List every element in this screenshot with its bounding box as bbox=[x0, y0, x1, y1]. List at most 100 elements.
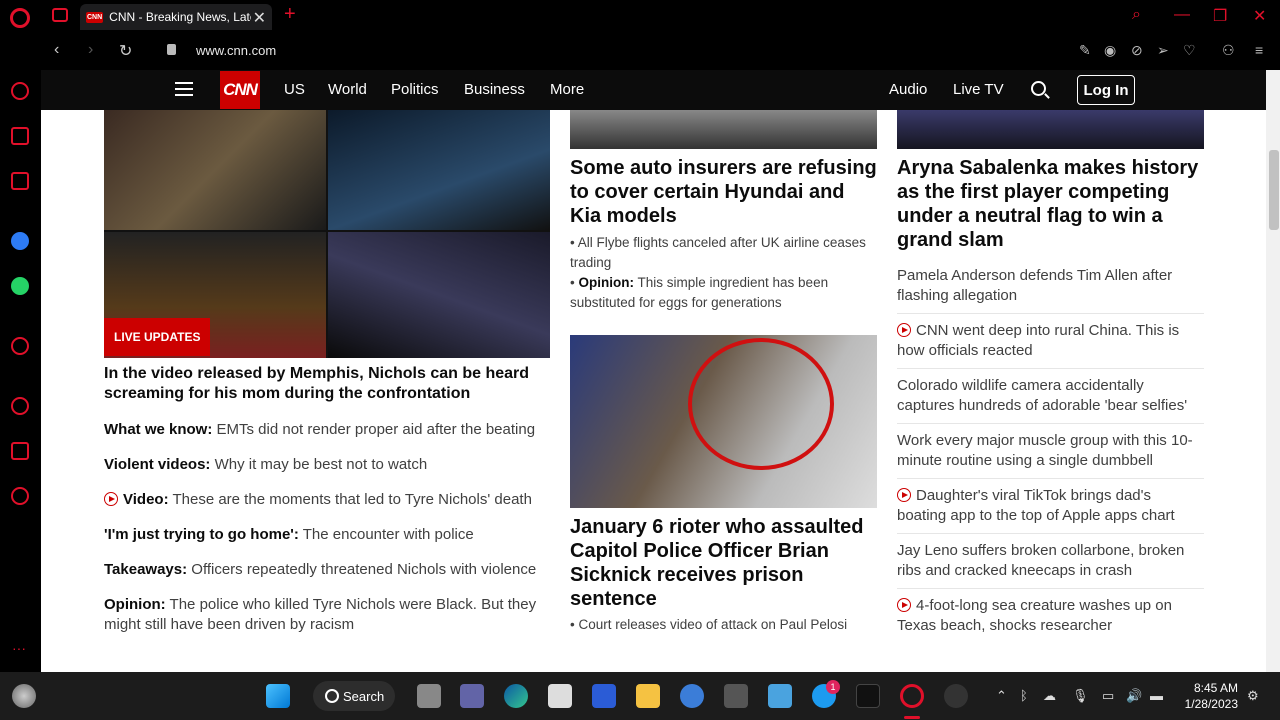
edge-icon[interactable] bbox=[504, 684, 528, 708]
close-tab-icon[interactable]: ✕ bbox=[253, 8, 266, 28]
more-icon[interactable]: ··· bbox=[12, 640, 26, 656]
pelosi-text: Court releases video of attack on Paul P… bbox=[578, 617, 848, 632]
twitch-icon[interactable] bbox=[11, 172, 29, 190]
divider bbox=[897, 368, 1204, 369]
heart-icon[interactable]: ♡ bbox=[1183, 42, 1196, 59]
opera-taskbar-icon[interactable] bbox=[900, 684, 924, 708]
auto-insurers-headline[interactable]: Some auto insurers are refusing to cover… bbox=[570, 156, 877, 228]
right-story-link[interactable]: 4-foot-long sea creature washes up on Te… bbox=[897, 596, 1204, 636]
settings-icon[interactable] bbox=[11, 487, 29, 505]
adblock-icon[interactable]: ⊘ bbox=[1131, 42, 1143, 59]
divider bbox=[897, 423, 1204, 424]
app-icon[interactable] bbox=[592, 684, 616, 708]
hamburger-menu-icon[interactable] bbox=[175, 82, 193, 96]
reload-icon[interactable]: ↻ bbox=[119, 41, 132, 61]
story-link[interactable]: What we know: EMTs did not render proper… bbox=[104, 420, 552, 440]
pelosi-link[interactable]: • Court releases video of attack on Paul… bbox=[570, 615, 877, 635]
story-link[interactable]: Violent videos: Why it may be best not t… bbox=[104, 455, 552, 475]
close-window-icon[interactable]: ✕ bbox=[1253, 6, 1266, 26]
story-label: Takeaways: bbox=[104, 561, 188, 578]
opinion-eggs-link[interactable]: • Opinion: This simple ingredient has be… bbox=[570, 273, 877, 313]
photos-icon[interactable] bbox=[768, 684, 792, 708]
tray-chevron-icon[interactable]: ⌃ bbox=[996, 688, 1007, 704]
story-text: Officers repeatedly threatened Nichols w… bbox=[187, 561, 537, 578]
nav-world[interactable]: World bbox=[328, 81, 367, 98]
edit-icon[interactable]: ✎ bbox=[1079, 42, 1091, 59]
story-link[interactable]: Opinion: The police who killed Tyre Nich… bbox=[104, 595, 552, 635]
network-icon[interactable]: ▭ bbox=[1102, 688, 1114, 704]
url-field[interactable]: www.cnn.com bbox=[196, 43, 276, 58]
story-link[interactable]: Takeaways: Officers repeatedly threatene… bbox=[104, 560, 552, 580]
extensions-icon[interactable] bbox=[11, 442, 29, 460]
volume-icon[interactable]: 🔊 bbox=[1126, 688, 1142, 704]
file-explorer-icon[interactable] bbox=[636, 684, 660, 708]
right-story-link[interactable]: CNN went deep into rural China. This is … bbox=[897, 321, 1204, 361]
speed-dial-icon[interactable] bbox=[11, 82, 29, 100]
sabalenka-image[interactable] bbox=[897, 110, 1204, 149]
nav-audio[interactable]: Audio bbox=[889, 81, 927, 98]
chatgpt-icon[interactable] bbox=[944, 684, 968, 708]
page-scrollbar[interactable] bbox=[1266, 70, 1280, 672]
forward-icon[interactable]: › bbox=[88, 41, 93, 59]
profile-icon[interactable]: ⚇ bbox=[1222, 42, 1235, 59]
send-icon[interactable]: ➢ bbox=[1157, 42, 1169, 59]
right-story-link[interactable]: Work every major muscle group with this … bbox=[897, 431, 1204, 471]
microphone-icon[interactable]: 🎙 bbox=[1072, 688, 1089, 704]
new-tab-icon[interactable]: + bbox=[284, 3, 296, 26]
story-link[interactable]: 'I'm just trying to go home': The encoun… bbox=[104, 525, 552, 545]
taskbar-search[interactable]: Search bbox=[313, 681, 395, 711]
right-story-link[interactable]: Daughter's viral TikTok brings dad's boa… bbox=[897, 486, 1204, 526]
widgets-icon[interactable] bbox=[12, 684, 36, 708]
shopping-icon[interactable] bbox=[11, 127, 29, 145]
opera-menu-icon[interactable] bbox=[10, 8, 30, 28]
cnn-page: CNN US World Politics Business More Audi… bbox=[41, 70, 1266, 672]
player-icon[interactable] bbox=[11, 337, 29, 355]
jan6-image[interactable] bbox=[570, 335, 877, 508]
notifications-icon[interactable]: ⚙ bbox=[1247, 688, 1259, 704]
nav-business[interactable]: Business bbox=[464, 81, 525, 98]
twitter-badge: 1 bbox=[826, 680, 840, 694]
nav-more[interactable]: More bbox=[550, 81, 584, 98]
camera-app-icon[interactable] bbox=[724, 684, 748, 708]
history-icon[interactable] bbox=[11, 397, 29, 415]
back-icon[interactable]: ‹ bbox=[54, 41, 59, 59]
search-icon[interactable] bbox=[1031, 81, 1046, 96]
nav-politics[interactable]: Politics bbox=[391, 81, 439, 98]
nav-live-tv[interactable]: Live TV bbox=[953, 81, 1004, 98]
main-headline[interactable]: In the video released by Memphis, Nichol… bbox=[104, 364, 550, 404]
battery-icon[interactable]: ▬ bbox=[1150, 688, 1163, 703]
right-story-link[interactable]: Jay Leno suffers broken collarbone, brok… bbox=[897, 541, 1204, 581]
onedrive-icon[interactable]: ☁ bbox=[1043, 688, 1056, 704]
menu-icon[interactable]: ≡ bbox=[1255, 42, 1263, 58]
right-story-link[interactable]: Pamela Anderson defends Tim Allen after … bbox=[897, 266, 1204, 306]
settings-app-icon[interactable] bbox=[680, 684, 704, 708]
jan6-headline[interactable]: January 6 rioter who assaulted Capitol P… bbox=[570, 515, 877, 611]
scroll-thumb[interactable] bbox=[1269, 150, 1279, 230]
teams-icon[interactable] bbox=[460, 684, 484, 708]
store-icon[interactable] bbox=[548, 684, 572, 708]
nav-us[interactable]: US bbox=[284, 81, 305, 98]
auto-insurers-image[interactable] bbox=[570, 110, 877, 149]
affinity-icon[interactable] bbox=[856, 684, 880, 708]
right-story-link[interactable]: Colorado wildlife camera accidentally ca… bbox=[897, 376, 1204, 416]
story-label: Violent videos: bbox=[104, 456, 211, 473]
sabalenka-headline[interactable]: Aryna Sabalenka makes history as the fir… bbox=[897, 156, 1212, 252]
bluetooth-icon[interactable]: ᛒ bbox=[1020, 688, 1028, 703]
divider bbox=[897, 588, 1204, 589]
workspace-icon[interactable] bbox=[52, 8, 68, 22]
whatsapp-icon[interactable] bbox=[11, 277, 29, 295]
search-tabs-icon[interactable]: ⌕ bbox=[1132, 6, 1141, 24]
minimize-icon[interactable]: — bbox=[1174, 6, 1190, 24]
story-link[interactable]: Video: These are the moments that led to… bbox=[104, 490, 552, 510]
login-button[interactable]: Log In bbox=[1077, 75, 1135, 105]
maximize-icon[interactable]: ❐ bbox=[1213, 6, 1227, 26]
camera-icon[interactable]: ◉ bbox=[1104, 42, 1116, 59]
task-view-icon[interactable] bbox=[417, 684, 441, 708]
taskbar-clock[interactable]: 8:45 AM 1/28/2023 bbox=[1184, 680, 1238, 712]
tab-cnn[interactable]: CNN CNN - Breaking News, Latest ✕ bbox=[80, 4, 272, 30]
messenger-icon[interactable] bbox=[11, 232, 29, 250]
cnn-logo[interactable]: CNN bbox=[220, 71, 260, 109]
flybe-link[interactable]: • All Flybe flights canceled after UK ai… bbox=[570, 233, 877, 273]
start-icon[interactable] bbox=[266, 684, 290, 708]
divider bbox=[897, 478, 1204, 479]
